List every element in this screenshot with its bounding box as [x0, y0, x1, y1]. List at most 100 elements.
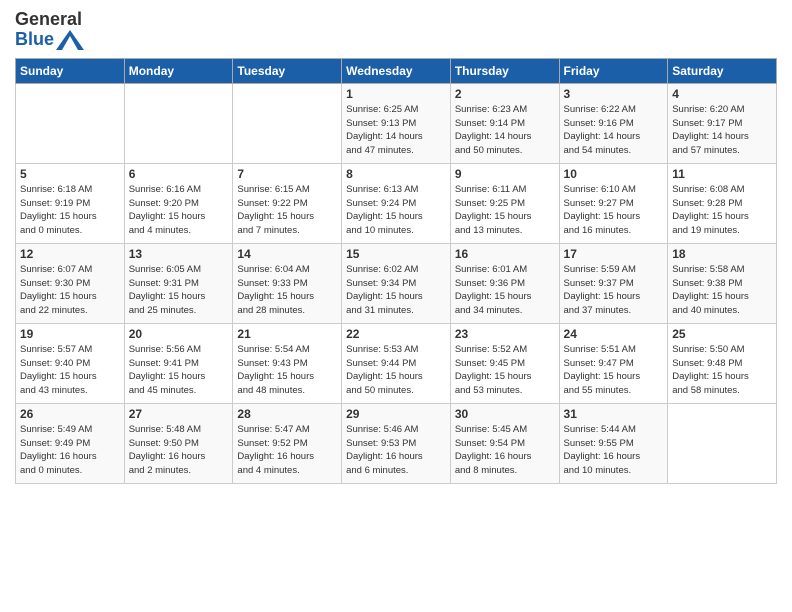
- day-number: 13: [129, 247, 229, 261]
- header-cell-tuesday: Tuesday: [233, 58, 342, 83]
- day-detail: Sunrise: 6:20 AM Sunset: 9:17 PM Dayligh…: [672, 103, 772, 158]
- day-cell: 19 Sunrise: 5:57 AM Sunset: 9:40 PM Dayli…: [16, 323, 125, 403]
- day-number: 26: [20, 407, 120, 421]
- day-cell: 28 Sunrise: 5:47 AM Sunset: 9:52 PM Dayli…: [233, 403, 342, 483]
- day-cell: 18 Sunrise: 5:58 AM Sunset: 9:38 PM Dayli…: [668, 243, 777, 323]
- day-number: 9: [455, 167, 555, 181]
- week-row-3: 12 Sunrise: 6:07 AM Sunset: 9:30 PM Dayli…: [16, 243, 777, 323]
- day-detail: Sunrise: 5:45 AM Sunset: 9:54 PM Dayligh…: [455, 423, 555, 478]
- day-cell: 3 Sunrise: 6:22 AM Sunset: 9:16 PM Daylig…: [559, 83, 668, 163]
- day-detail: Sunrise: 6:04 AM Sunset: 9:33 PM Dayligh…: [237, 263, 337, 318]
- day-cell: 24 Sunrise: 5:51 AM Sunset: 9:47 PM Dayli…: [559, 323, 668, 403]
- day-number: 2: [455, 87, 555, 101]
- day-number: 21: [237, 327, 337, 341]
- week-row-2: 5Sunrise: 6:18 AM Sunset: 9:19 PM Daylig…: [16, 163, 777, 243]
- day-detail: Sunrise: 6:22 AM Sunset: 9:16 PM Dayligh…: [564, 103, 664, 158]
- day-cell: 4 Sunrise: 6:20 AM Sunset: 9:17 PM Daylig…: [668, 83, 777, 163]
- header-cell-monday: Monday: [124, 58, 233, 83]
- day-number: 20: [129, 327, 229, 341]
- day-detail: Sunrise: 5:51 AM Sunset: 9:47 PM Dayligh…: [564, 343, 664, 398]
- day-detail: Sunrise: 6:07 AM Sunset: 9:30 PM Dayligh…: [20, 263, 120, 318]
- day-detail: Sunrise: 6:13 AM Sunset: 9:24 PM Dayligh…: [346, 183, 446, 238]
- day-cell: 1 Sunrise: 6:25 AM Sunset: 9:13 PM Daylig…: [342, 83, 451, 163]
- day-cell: 31Sunrise: 5:44 AM Sunset: 9:55 PM Dayli…: [559, 403, 668, 483]
- day-number: 7: [237, 167, 337, 181]
- day-cell: [16, 83, 125, 163]
- day-detail: Sunrise: 6:16 AM Sunset: 9:20 PM Dayligh…: [129, 183, 229, 238]
- day-number: 8: [346, 167, 446, 181]
- day-cell: 10 Sunrise: 6:10 AM Sunset: 9:27 PM Dayli…: [559, 163, 668, 243]
- day-number: 15: [346, 247, 446, 261]
- day-number: 4: [672, 87, 772, 101]
- week-row-1: 1 Sunrise: 6:25 AM Sunset: 9:13 PM Daylig…: [16, 83, 777, 163]
- day-number: 22: [346, 327, 446, 341]
- logo-text: General Blue: [15, 10, 84, 50]
- day-number: 16: [455, 247, 555, 261]
- header-cell-sunday: Sunday: [16, 58, 125, 83]
- day-cell: 16 Sunrise: 6:01 AM Sunset: 9:36 PM Dayli…: [450, 243, 559, 323]
- day-cell: 2 Sunrise: 6:23 AM Sunset: 9:14 PM Daylig…: [450, 83, 559, 163]
- day-number: 11: [672, 167, 772, 181]
- day-cell: 25 Sunrise: 5:50 AM Sunset: 9:48 PM Dayli…: [668, 323, 777, 403]
- day-number: 29: [346, 407, 446, 421]
- day-detail: Sunrise: 6:10 AM Sunset: 9:27 PM Dayligh…: [564, 183, 664, 238]
- day-number: 28: [237, 407, 337, 421]
- day-detail: Sunrise: 6:23 AM Sunset: 9:14 PM Dayligh…: [455, 103, 555, 158]
- day-number: 17: [564, 247, 664, 261]
- page: General Blue SundayMondayTuesdayWednesda…: [0, 0, 792, 612]
- day-number: 19: [20, 327, 120, 341]
- day-cell: 11 Sunrise: 6:08 AM Sunset: 9:28 PM Dayli…: [668, 163, 777, 243]
- day-cell: 8 Sunrise: 6:13 AM Sunset: 9:24 PM Daylig…: [342, 163, 451, 243]
- day-number: 1: [346, 87, 446, 101]
- header-cell-friday: Friday: [559, 58, 668, 83]
- day-cell: 7 Sunrise: 6:15 AM Sunset: 9:22 PM Daylig…: [233, 163, 342, 243]
- day-cell: 20 Sunrise: 5:56 AM Sunset: 9:41 PM Dayli…: [124, 323, 233, 403]
- day-number: 5: [20, 167, 120, 181]
- day-cell: 23 Sunrise: 5:52 AM Sunset: 9:45 PM Dayli…: [450, 323, 559, 403]
- header-row: SundayMondayTuesdayWednesdayThursdayFrid…: [16, 58, 777, 83]
- day-cell: 13 Sunrise: 6:05 AM Sunset: 9:31 PM Dayli…: [124, 243, 233, 323]
- day-detail: Sunrise: 5:52 AM Sunset: 9:45 PM Dayligh…: [455, 343, 555, 398]
- day-detail: Sunrise: 5:47 AM Sunset: 9:52 PM Dayligh…: [237, 423, 337, 478]
- calendar-table: SundayMondayTuesdayWednesdayThursdayFrid…: [15, 58, 777, 484]
- day-detail: Sunrise: 5:44 AM Sunset: 9:55 PM Dayligh…: [564, 423, 664, 478]
- day-detail: Sunrise: 6:15 AM Sunset: 9:22 PM Dayligh…: [237, 183, 337, 238]
- day-detail: Sunrise: 6:01 AM Sunset: 9:36 PM Dayligh…: [455, 263, 555, 318]
- day-cell: 17 Sunrise: 5:59 AM Sunset: 9:37 PM Dayli…: [559, 243, 668, 323]
- day-detail: Sunrise: 6:02 AM Sunset: 9:34 PM Dayligh…: [346, 263, 446, 318]
- day-detail: Sunrise: 5:53 AM Sunset: 9:44 PM Dayligh…: [346, 343, 446, 398]
- day-detail: Sunrise: 5:54 AM Sunset: 9:43 PM Dayligh…: [237, 343, 337, 398]
- day-cell: 15 Sunrise: 6:02 AM Sunset: 9:34 PM Dayli…: [342, 243, 451, 323]
- day-number: 30: [455, 407, 555, 421]
- day-detail: Sunrise: 6:05 AM Sunset: 9:31 PM Dayligh…: [129, 263, 229, 318]
- day-number: 3: [564, 87, 664, 101]
- day-number: 23: [455, 327, 555, 341]
- day-detail: Sunrise: 6:25 AM Sunset: 9:13 PM Dayligh…: [346, 103, 446, 158]
- day-number: 18: [672, 247, 772, 261]
- day-detail: Sunrise: 5:58 AM Sunset: 9:38 PM Dayligh…: [672, 263, 772, 318]
- day-cell: 29Sunrise: 5:46 AM Sunset: 9:53 PM Dayli…: [342, 403, 451, 483]
- day-cell: 9Sunrise: 6:11 AM Sunset: 9:25 PM Daylig…: [450, 163, 559, 243]
- day-cell: 14Sunrise: 6:04 AM Sunset: 9:33 PM Dayli…: [233, 243, 342, 323]
- day-detail: Sunrise: 5:59 AM Sunset: 9:37 PM Dayligh…: [564, 263, 664, 318]
- day-detail: Sunrise: 5:50 AM Sunset: 9:48 PM Dayligh…: [672, 343, 772, 398]
- day-cell: 5Sunrise: 6:18 AM Sunset: 9:19 PM Daylig…: [16, 163, 125, 243]
- day-detail: Sunrise: 5:48 AM Sunset: 9:50 PM Dayligh…: [129, 423, 229, 478]
- logo-icon: [56, 30, 84, 50]
- header-cell-thursday: Thursday: [450, 58, 559, 83]
- logo: General Blue: [15, 10, 84, 50]
- day-detail: Sunrise: 6:08 AM Sunset: 9:28 PM Dayligh…: [672, 183, 772, 238]
- day-cell: 27Sunrise: 5:48 AM Sunset: 9:50 PM Dayli…: [124, 403, 233, 483]
- calendar-body: 1 Sunrise: 6:25 AM Sunset: 9:13 PM Daylig…: [16, 83, 777, 483]
- day-number: 25: [672, 327, 772, 341]
- day-number: 12: [20, 247, 120, 261]
- day-number: 24: [564, 327, 664, 341]
- day-number: 10: [564, 167, 664, 181]
- day-cell: 22 Sunrise: 5:53 AM Sunset: 9:44 PM Dayli…: [342, 323, 451, 403]
- header-cell-saturday: Saturday: [668, 58, 777, 83]
- day-detail: Sunrise: 5:56 AM Sunset: 9:41 PM Dayligh…: [129, 343, 229, 398]
- day-cell: [668, 403, 777, 483]
- day-cell: 6Sunrise: 6:16 AM Sunset: 9:20 PM Daylig…: [124, 163, 233, 243]
- day-detail: Sunrise: 5:57 AM Sunset: 9:40 PM Dayligh…: [20, 343, 120, 398]
- calendar-header: SundayMondayTuesdayWednesdayThursdayFrid…: [16, 58, 777, 83]
